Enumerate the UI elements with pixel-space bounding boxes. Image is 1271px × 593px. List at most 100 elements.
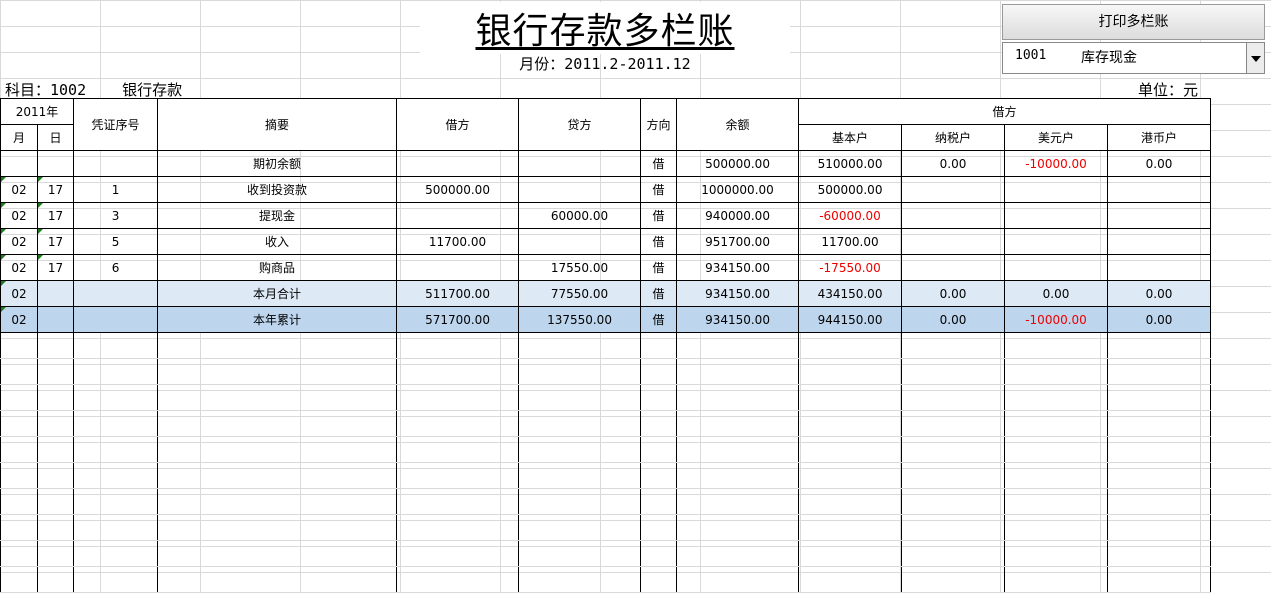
cell-voucher[interactable]: [73, 150, 159, 177]
empty-cell[interactable]: [640, 488, 678, 515]
cell-dir[interactable]: 借: [640, 228, 678, 255]
empty-cell[interactable]: [901, 540, 1006, 567]
cell-day[interactable]: [36, 150, 75, 177]
empty-cell[interactable]: [0, 566, 38, 593]
empty-cell[interactable]: [798, 410, 903, 437]
empty-cell[interactable]: [36, 332, 75, 359]
cell-hkd[interactable]: 0.00: [1107, 306, 1212, 333]
cell-balance[interactable]: 951700.00: [676, 228, 800, 255]
empty-cell[interactable]: [157, 384, 398, 411]
empty-cell[interactable]: [676, 566, 800, 593]
empty-cell[interactable]: [36, 436, 75, 463]
empty-cell[interactable]: [1004, 384, 1109, 411]
cell-day[interactable]: 17: [36, 202, 75, 229]
empty-cell[interactable]: [1004, 332, 1109, 359]
empty-cell[interactable]: [1004, 410, 1109, 437]
cell-credit[interactable]: 60000.00: [518, 202, 642, 229]
empty-cell[interactable]: [676, 514, 800, 541]
empty-cell[interactable]: [1004, 514, 1109, 541]
cell-usd[interactable]: [1004, 228, 1109, 255]
empty-cell[interactable]: [798, 566, 903, 593]
cell-basic[interactable]: 944150.00: [798, 306, 903, 333]
empty-cell[interactable]: [1004, 488, 1109, 515]
empty-cell[interactable]: [1107, 566, 1212, 593]
cell-hkd[interactable]: [1107, 176, 1212, 203]
empty-cell[interactable]: [396, 462, 520, 489]
empty-cell[interactable]: [798, 436, 903, 463]
empty-cell[interactable]: [676, 410, 800, 437]
empty-cell[interactable]: [73, 514, 159, 541]
cell-balance[interactable]: 1000000.00: [676, 176, 800, 203]
empty-cell[interactable]: [0, 488, 38, 515]
cell-month[interactable]: 02: [0, 254, 38, 281]
empty-cell[interactable]: [901, 488, 1006, 515]
cell-voucher[interactable]: 6: [73, 254, 159, 281]
cell-dir[interactable]: 借: [640, 280, 678, 307]
empty-cell[interactable]: [518, 540, 642, 567]
cell-credit[interactable]: 137550.00: [518, 306, 642, 333]
empty-cell[interactable]: [396, 332, 520, 359]
cell-debit[interactable]: [396, 150, 520, 177]
empty-cell[interactable]: [798, 358, 903, 385]
empty-cell[interactable]: [676, 540, 800, 567]
empty-cell[interactable]: [1107, 540, 1212, 567]
cell-credit[interactable]: 77550.00: [518, 280, 642, 307]
empty-cell[interactable]: [1107, 488, 1212, 515]
empty-cell[interactable]: [901, 358, 1006, 385]
empty-cell[interactable]: [0, 358, 38, 385]
empty-cell[interactable]: [157, 332, 398, 359]
cell-credit[interactable]: [518, 176, 642, 203]
empty-cell[interactable]: [157, 436, 398, 463]
cell-dir[interactable]: 借: [640, 176, 678, 203]
empty-cell[interactable]: [901, 332, 1006, 359]
cell-balance[interactable]: 500000.00: [676, 150, 800, 177]
empty-cell[interactable]: [73, 462, 159, 489]
empty-cell[interactable]: [640, 384, 678, 411]
empty-cell[interactable]: [36, 410, 75, 437]
cell-basic[interactable]: 11700.00: [798, 228, 903, 255]
empty-cell[interactable]: [676, 436, 800, 463]
cell-hkd[interactable]: 0.00: [1107, 150, 1212, 177]
cell-tax[interactable]: [901, 228, 1006, 255]
empty-cell[interactable]: [396, 384, 520, 411]
empty-cell[interactable]: [157, 410, 398, 437]
cell-debit[interactable]: [396, 254, 520, 281]
cell-day[interactable]: 17: [36, 176, 75, 203]
cell-usd[interactable]: [1004, 176, 1109, 203]
cell-voucher[interactable]: 1: [73, 176, 159, 203]
cell-basic[interactable]: -60000.00: [798, 202, 903, 229]
empty-cell[interactable]: [901, 410, 1006, 437]
empty-cell[interactable]: [73, 358, 159, 385]
empty-cell[interactable]: [36, 462, 75, 489]
cell-voucher[interactable]: 5: [73, 228, 159, 255]
cell-balance[interactable]: 934150.00: [676, 280, 800, 307]
cell-month[interactable]: [0, 150, 38, 177]
cell-voucher[interactable]: [73, 280, 159, 307]
cell-month[interactable]: 02: [0, 176, 38, 203]
empty-cell[interactable]: [798, 384, 903, 411]
cell-summary[interactable]: 本年累计: [157, 306, 398, 333]
empty-cell[interactable]: [36, 358, 75, 385]
empty-cell[interactable]: [157, 566, 398, 593]
print-button[interactable]: 打印多栏账: [1002, 4, 1265, 40]
empty-cell[interactable]: [1004, 540, 1109, 567]
empty-cell[interactable]: [73, 332, 159, 359]
empty-cell[interactable]: [798, 332, 903, 359]
cell-tax[interactable]: [901, 254, 1006, 281]
empty-cell[interactable]: [1107, 462, 1212, 489]
empty-cell[interactable]: [0, 384, 38, 411]
cell-basic[interactable]: -17550.00: [798, 254, 903, 281]
empty-cell[interactable]: [901, 514, 1006, 541]
empty-cell[interactable]: [798, 540, 903, 567]
empty-cell[interactable]: [0, 514, 38, 541]
empty-cell[interactable]: [676, 384, 800, 411]
empty-cell[interactable]: [640, 462, 678, 489]
empty-cell[interactable]: [640, 540, 678, 567]
cell-balance[interactable]: 934150.00: [676, 306, 800, 333]
empty-cell[interactable]: [676, 358, 800, 385]
empty-cell[interactable]: [73, 410, 159, 437]
empty-cell[interactable]: [640, 358, 678, 385]
empty-cell[interactable]: [36, 566, 75, 593]
cell-day[interactable]: [36, 280, 75, 307]
empty-cell[interactable]: [157, 462, 398, 489]
